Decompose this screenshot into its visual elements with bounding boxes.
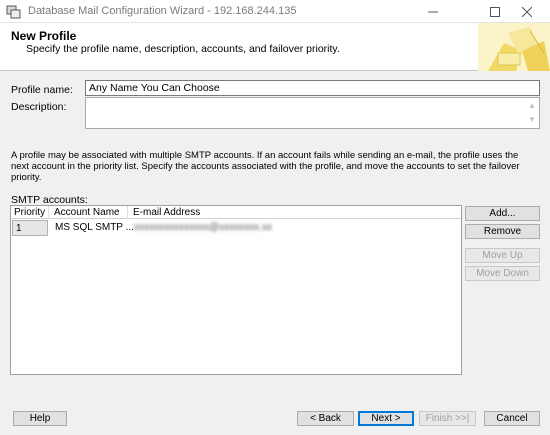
column-header-priority[interactable]: Priority <box>11 206 49 219</box>
profile-name-label: Profile name: <box>11 84 73 96</box>
cancel-button[interactable]: Cancel <box>484 411 540 426</box>
description-label: Description: <box>11 101 67 113</box>
page-subtitle: Specify the profile name, description, a… <box>26 43 340 55</box>
back-button[interactable]: < Back <box>297 411 354 426</box>
cell-priority[interactable]: 1 <box>12 220 48 236</box>
wizard-graphic-icon <box>478 23 550 71</box>
cell-account-name[interactable]: MS SQL SMTP ... <box>51 220 134 236</box>
title-bar: Database Mail Configuration Wizard - 192… <box>0 0 550 23</box>
column-header-account-name[interactable]: Account Name <box>49 206 128 219</box>
move-up-button[interactable]: Move Up <box>465 248 540 263</box>
column-header-email-address[interactable]: E-mail Address <box>128 206 461 219</box>
info-text: A profile may be associated with multipl… <box>11 150 520 183</box>
smtp-accounts-table[interactable]: Priority Account Name E-mail Address 1 M… <box>10 205 462 375</box>
finish-button[interactable]: Finish >>| <box>419 411 476 426</box>
scroll-up-icon[interactable]: ▲ <box>526 100 538 112</box>
scroll-down-icon[interactable]: ▼ <box>526 114 538 126</box>
table-row[interactable]: 1 MS SQL SMTP ... xxxxxxxxxxxxxxx@xxxxxx… <box>11 220 461 236</box>
move-down-button[interactable]: Move Down <box>465 266 540 281</box>
help-button[interactable]: Help <box>13 411 67 426</box>
window-title: Database Mail Configuration Wizard - 192… <box>28 5 297 17</box>
maximize-icon <box>490 6 500 17</box>
close-icon <box>522 6 532 17</box>
next-button[interactable]: Next > <box>358 411 414 426</box>
app-icon <box>6 5 21 19</box>
page-title: New Profile <box>11 29 77 43</box>
email-value: xxxxxxxxxxxxxxx@xxxxxxxx.xx <box>134 222 272 233</box>
minimize-icon <box>428 11 438 12</box>
cell-email-address[interactable]: xxxxxxxxxxxxxxx@xxxxxxxx.xx <box>128 220 328 236</box>
table-header: Priority Account Name E-mail Address <box>11 206 461 219</box>
close-button[interactable] <box>504 0 550 23</box>
wizard-header: New Profile Specify the profile name, de… <box>0 23 550 71</box>
description-textarea[interactable]: ▲ ▼ <box>85 97 540 129</box>
remove-button[interactable]: Remove <box>465 224 540 239</box>
minimize-button[interactable] <box>410 0 456 23</box>
profile-name-input[interactable] <box>85 80 540 96</box>
add-button[interactable]: Add... <box>465 206 540 221</box>
